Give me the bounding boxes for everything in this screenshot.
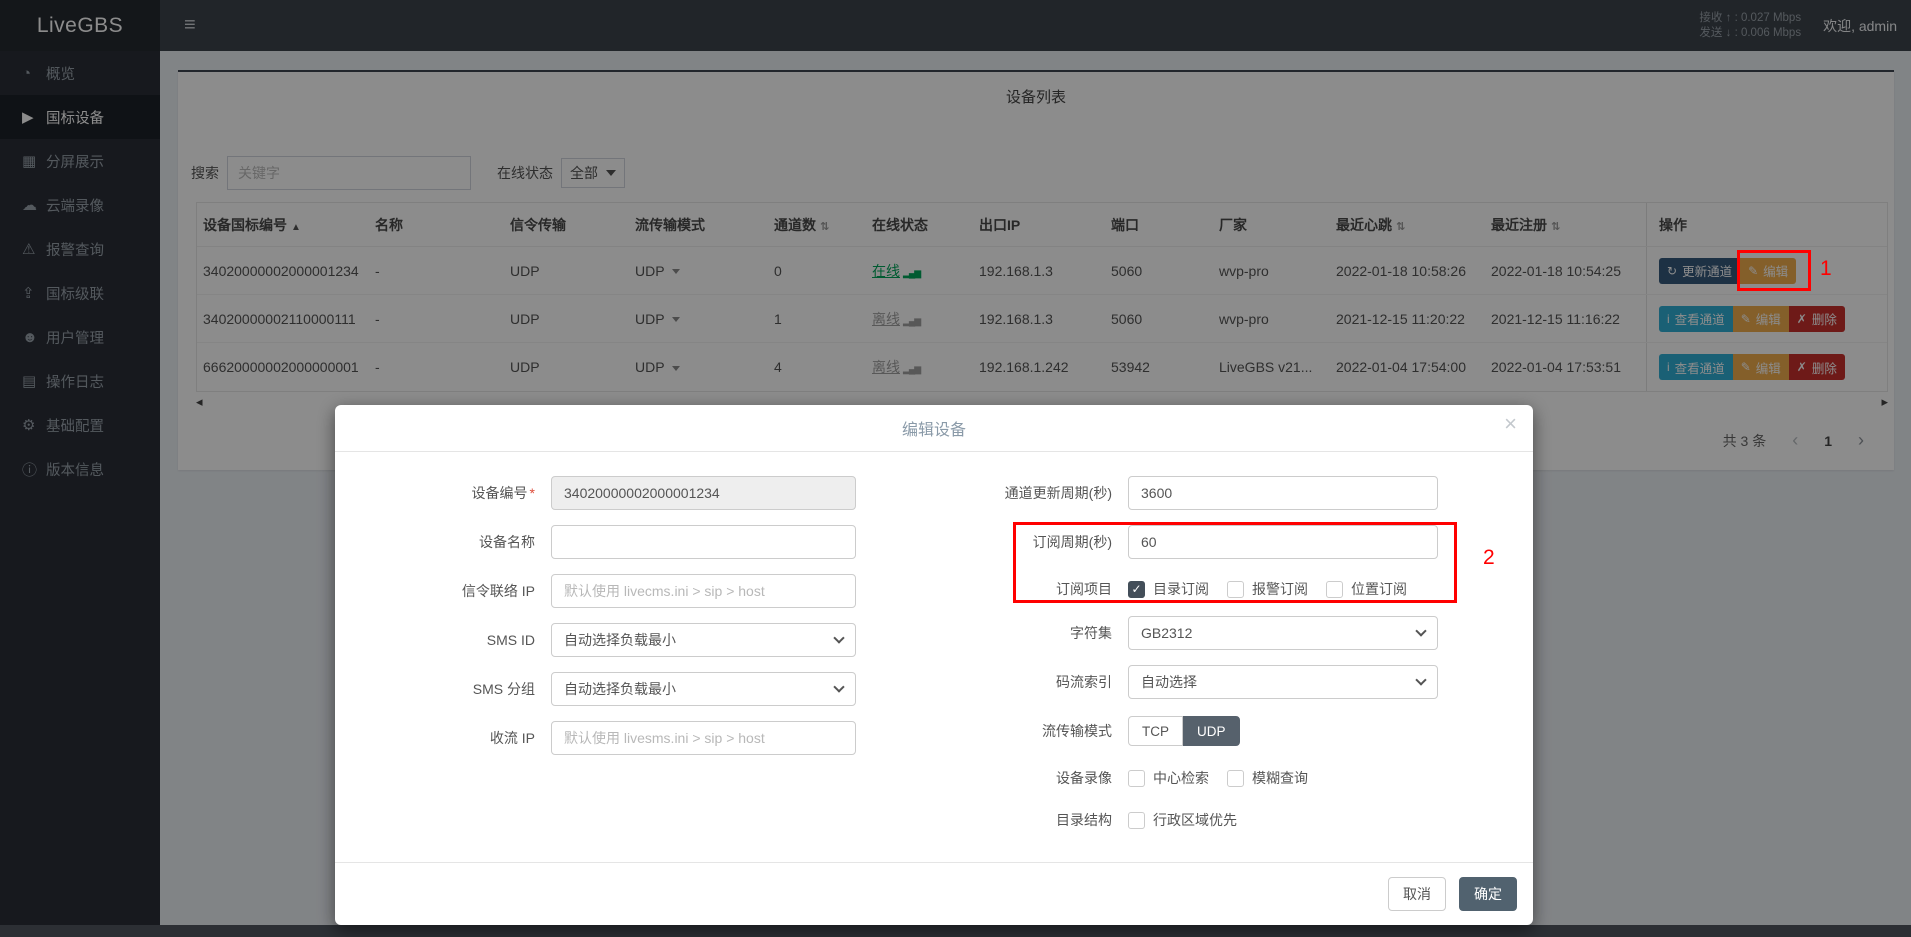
channel-refresh-input[interactable] <box>1128 476 1438 510</box>
cancel-button[interactable]: 取消 <box>1388 877 1446 911</box>
udp-toggle-button[interactable]: UDP <box>1183 716 1240 746</box>
field-recv-ip: 收流 IP <box>365 721 875 755</box>
field-charset: 字符集 GB2312 <box>937 616 1477 650</box>
stream-receive-ip-input[interactable] <box>551 721 856 755</box>
field-stream-mode: 流传输模式 TCP UDP <box>937 714 1477 748</box>
field-stream-index: 码流索引 自动选择 <box>937 665 1477 699</box>
subscribe-period-input[interactable] <box>1128 525 1438 559</box>
modal-footer: 取消 确定 <box>335 862 1533 925</box>
chevron-down-icon <box>833 681 844 692</box>
modal-body: 设备编号* 设备名称 信令联络 IP SMS ID 自动选择负载最小 SMS 分… <box>335 452 1533 847</box>
modal-title: 编辑设备 <box>902 416 966 440</box>
chevron-down-icon <box>833 632 844 643</box>
field-channel-refresh: 通道更新周期(秒) <box>937 476 1477 510</box>
center-search-checkbox[interactable] <box>1128 770 1145 787</box>
admin-region-first-checkbox[interactable] <box>1128 812 1145 829</box>
field-device-record: 设备录像 中心检索 模糊查询 <box>937 763 1477 793</box>
field-sms-id: SMS ID 自动选择负载最小 <box>365 623 875 657</box>
stream-index-select[interactable]: 自动选择 <box>1128 665 1438 699</box>
modal-right-column: 通道更新周期(秒) 订阅周期(秒) 订阅项目 目录订阅 报警订阅 位置订阅 字符… <box>937 476 1477 847</box>
sip-contact-ip-input[interactable] <box>551 574 856 608</box>
device-name-input[interactable] <box>551 525 856 559</box>
device-id-input <box>551 476 856 510</box>
field-dir-structure: 目录结构 行政区域优先 <box>937 805 1477 835</box>
catalog-subscribe-checkbox[interactable] <box>1128 581 1145 598</box>
modal-left-column: 设备编号* 设备名称 信令联络 IP SMS ID 自动选择负载最小 SMS 分… <box>365 476 875 847</box>
tcp-toggle-button[interactable]: TCP <box>1128 716 1183 746</box>
edit-device-modal: 编辑设备 × 设备编号* 设备名称 信令联络 IP SMS ID 自动选择负载最… <box>335 405 1533 925</box>
chevron-down-icon <box>1415 625 1426 636</box>
close-icon[interactable]: × <box>1504 413 1517 435</box>
field-sms-group: SMS 分组 自动选择负载最小 <box>365 672 875 706</box>
confirm-button[interactable]: 确定 <box>1459 877 1517 911</box>
position-subscribe-checkbox[interactable] <box>1326 581 1343 598</box>
field-device-id: 设备编号* <box>365 476 875 510</box>
field-subscribe-period: 订阅周期(秒) <box>937 525 1477 559</box>
alarm-subscribe-checkbox[interactable] <box>1227 581 1244 598</box>
modal-header: 编辑设备 × <box>335 405 1533 452</box>
field-device-name: 设备名称 <box>365 525 875 559</box>
sms-group-select[interactable]: 自动选择负载最小 <box>551 672 856 706</box>
fuzzy-query-checkbox[interactable] <box>1227 770 1244 787</box>
sms-id-select[interactable]: 自动选择负载最小 <box>551 623 856 657</box>
chevron-down-icon <box>1415 674 1426 685</box>
charset-select[interactable]: GB2312 <box>1128 616 1438 650</box>
field-sip-ip: 信令联络 IP <box>365 574 875 608</box>
stream-mode-toggle: TCP UDP <box>1128 716 1240 746</box>
field-subscribe-items: 订阅项目 目录订阅 报警订阅 位置订阅 <box>937 574 1477 604</box>
required-star: * <box>530 485 535 501</box>
